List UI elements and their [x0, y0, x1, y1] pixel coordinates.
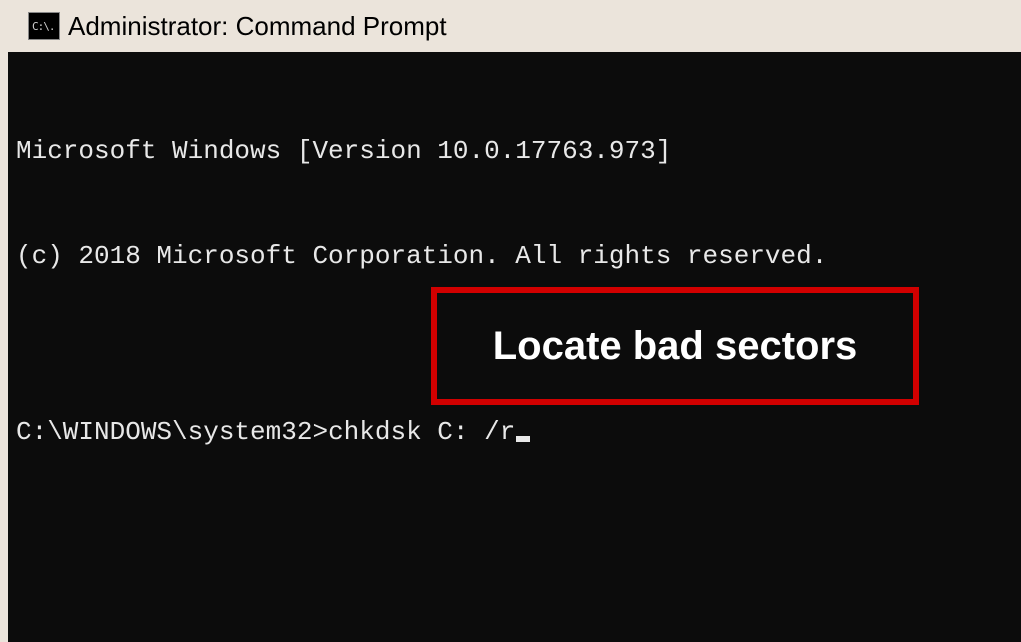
terminal-version-line: Microsoft Windows [Version 10.0.17763.97… — [16, 134, 1013, 169]
window-titlebar: C:\. Administrator: Command Prompt — [0, 0, 1021, 52]
annotation-callout: Locate bad sectors — [431, 287, 919, 405]
terminal-body[interactable]: Microsoft Windows [Version 10.0.17763.97… — [8, 52, 1021, 642]
terminal-cursor — [516, 436, 530, 442]
window-title: Administrator: Command Prompt — [68, 11, 447, 42]
terminal-command: chkdsk C: /r — [328, 415, 515, 450]
terminal-prompt: C:\WINDOWS\system32> — [16, 415, 328, 450]
annotation-label: Locate bad sectors — [493, 319, 858, 373]
cmd-icon-glyph: C:\. — [32, 20, 55, 33]
terminal-copyright-line: (c) 2018 Microsoft Corporation. All righ… — [16, 239, 1013, 274]
cmd-icon: C:\. — [28, 12, 60, 40]
terminal-prompt-line: C:\WINDOWS\system32>chkdsk C: /r — [16, 415, 1013, 450]
